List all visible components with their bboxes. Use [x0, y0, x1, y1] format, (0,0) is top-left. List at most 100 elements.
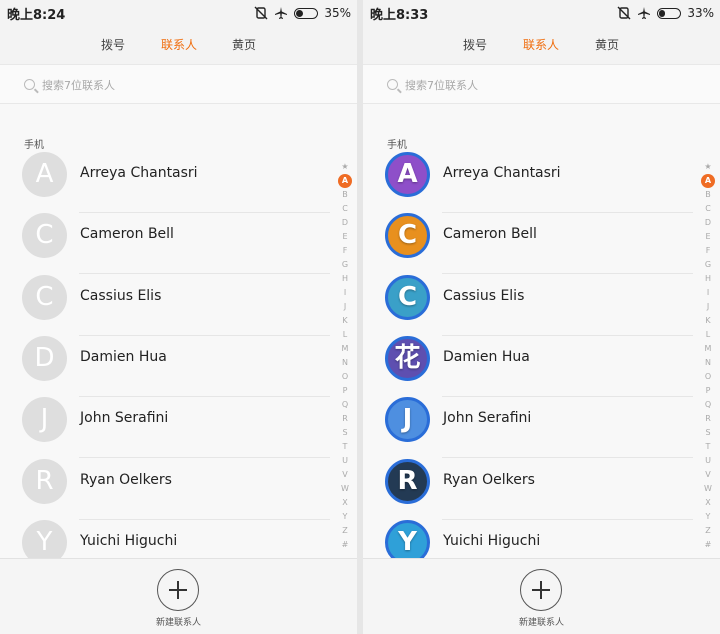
index-letter[interactable]: Q	[338, 398, 352, 412]
contact-name: Yuichi Higuchi	[80, 532, 178, 549]
comparison-view: 晚上8:24 35% 拨号 联系人 黄页 搜索7位联系人 手机 A Arreya…	[0, 0, 720, 634]
index-letter[interactable]: G	[338, 258, 352, 272]
index-letter[interactable]: S	[701, 426, 715, 440]
index-letter[interactable]: C	[701, 202, 715, 216]
index-letter[interactable]: O	[701, 370, 715, 384]
index-letter[interactable]: X	[701, 496, 715, 510]
contact-name: Cameron Bell	[443, 226, 537, 243]
index-letter[interactable]: N	[701, 356, 715, 370]
battery-percent: 35%	[324, 6, 351, 20]
contact-row[interactable]: D Damien Hua	[0, 335, 330, 397]
tab-contacts[interactable]: 联系人	[161, 36, 197, 53]
contact-row[interactable]: Y Yuichi Higuchi	[363, 519, 693, 558]
index-letter[interactable]: T	[701, 440, 715, 454]
index-letter[interactable]: G	[701, 258, 715, 272]
index-letter[interactable]: Q	[701, 398, 715, 412]
index-letter[interactable]: I	[701, 286, 715, 300]
index-letter[interactable]: Y	[701, 510, 715, 524]
index-letter[interactable]: J	[338, 300, 352, 314]
status-icons: 33%	[617, 3, 714, 23]
contact-row[interactable]: A Arreya Chantasri	[363, 152, 693, 213]
index-letter[interactable]: A	[338, 174, 352, 188]
battery-fill	[296, 9, 304, 17]
contact-row[interactable]: C Cameron Bell	[363, 213, 693, 275]
contact-row[interactable]: C Cassius Elis	[363, 274, 693, 336]
tab-bar: 拨号 联系人 黄页	[0, 26, 357, 64]
index-letter[interactable]: ★	[338, 160, 352, 174]
contact-avatar: C	[385, 213, 430, 259]
index-letter[interactable]: U	[701, 454, 715, 468]
index-letter[interactable]: Z	[701, 524, 715, 538]
index-letter[interactable]: F	[701, 244, 715, 258]
index-letter[interactable]: R	[701, 412, 715, 426]
tab-yellow-pages[interactable]: 黄页	[232, 36, 256, 53]
battery-icon	[294, 7, 319, 19]
index-letter[interactable]: V	[701, 468, 715, 482]
index-letter[interactable]: M	[701, 342, 715, 356]
index-letter[interactable]: O	[338, 370, 352, 384]
index-letter[interactable]: V	[338, 468, 352, 482]
contact-name: Cassius Elis	[443, 287, 525, 304]
search-bar	[363, 64, 720, 104]
index-letter[interactable]: E	[701, 230, 715, 244]
tab-dial[interactable]: 拨号	[101, 36, 125, 53]
index-letter[interactable]: L	[338, 328, 352, 342]
index-letter[interactable]: K	[701, 314, 715, 328]
add-contact-label: 新建联系人	[518, 618, 564, 628]
index-letter[interactable]: U	[338, 454, 352, 468]
index-letter[interactable]: I	[338, 286, 352, 300]
contact-row[interactable]: A Arreya Chantasri	[0, 152, 330, 213]
contact-row[interactable]: J John Serafini	[0, 397, 330, 459]
add-contact-button[interactable]	[520, 569, 562, 611]
index-letter[interactable]: W	[338, 482, 352, 496]
contact-row[interactable]: 花 Damien Hua	[363, 335, 693, 397]
index-letter[interactable]: S	[338, 426, 352, 440]
tab-contacts[interactable]: 联系人	[523, 36, 559, 53]
index-letter[interactable]: F	[338, 244, 352, 258]
contact-row[interactable]: R Ryan Oelkers	[363, 458, 693, 520]
alphabet-index[interactable]: ★ A B C D E F G H I J K L M N O P Q R S T U V W X Y Z #	[701, 160, 715, 552]
index-letter[interactable]: L	[701, 328, 715, 342]
index-letter[interactable]: E	[338, 230, 352, 244]
index-letter[interactable]: #	[338, 538, 352, 552]
section-label: 手机	[387, 140, 407, 151]
index-letter[interactable]: A	[701, 174, 715, 188]
index-letter[interactable]: #	[701, 538, 715, 552]
index-letter[interactable]: P	[701, 384, 715, 398]
bottom-bar: 新建联系人	[0, 558, 357, 634]
index-letter[interactable]: P	[338, 384, 352, 398]
contact-avatar: D	[22, 335, 67, 381]
index-letter[interactable]: B	[701, 188, 715, 202]
index-letter[interactable]: Z	[338, 524, 352, 538]
index-letter[interactable]: ★	[701, 160, 715, 174]
index-letter[interactable]: K	[338, 314, 352, 328]
search-input[interactable]	[42, 75, 322, 95]
index-letter[interactable]: H	[338, 272, 352, 286]
index-letter[interactable]: T	[338, 440, 352, 454]
index-letter[interactable]: Y	[338, 510, 352, 524]
index-letter[interactable]: D	[701, 216, 715, 230]
vibrate-off-icon	[617, 6, 631, 20]
index-letter[interactable]: D	[338, 216, 352, 230]
index-letter[interactable]: B	[338, 188, 352, 202]
index-letter[interactable]: N	[338, 356, 352, 370]
contact-avatar: Y	[22, 519, 67, 558]
contact-row[interactable]: J John Serafini	[363, 397, 693, 459]
contact-row[interactable]: C Cameron Bell	[0, 213, 330, 275]
index-letter[interactable]: R	[338, 412, 352, 426]
contact-row[interactable]: R Ryan Oelkers	[0, 458, 330, 520]
index-letter[interactable]: M	[338, 342, 352, 356]
tab-dial[interactable]: 拨号	[463, 36, 487, 53]
contact-name: Arreya Chantasri	[80, 165, 198, 181]
contact-row[interactable]: C Cassius Elis	[0, 274, 330, 336]
index-letter[interactable]: X	[338, 496, 352, 510]
alphabet-index[interactable]: ★ A B C D E F G H I J K L M N O P Q R S T U V W X Y Z #	[338, 160, 352, 552]
index-letter[interactable]: H	[701, 272, 715, 286]
search-input[interactable]	[405, 75, 685, 95]
index-letter[interactable]: C	[338, 202, 352, 216]
index-letter[interactable]: J	[701, 300, 715, 314]
add-contact-button[interactable]	[157, 569, 199, 611]
tab-yellow-pages[interactable]: 黄页	[595, 36, 619, 53]
index-letter[interactable]: W	[701, 482, 715, 496]
contact-row[interactable]: Y Yuichi Higuchi	[0, 519, 330, 558]
